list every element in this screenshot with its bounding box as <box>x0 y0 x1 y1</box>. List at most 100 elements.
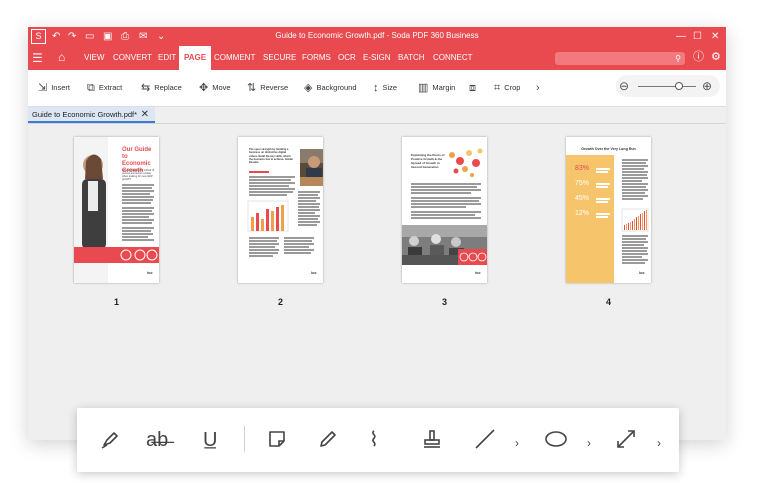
page-4-logo: /cc <box>639 270 645 275</box>
help-icon[interactable]: ⓘ <box>693 51 704 64</box>
document-tab[interactable]: Guide to Economic Growth.pdf* ✕ <box>28 107 155 123</box>
toolbar-more-button[interactable]: › <box>536 80 544 96</box>
page-number-2: 2 <box>277 297 283 307</box>
page-settings-button[interactable]: ⧈ <box>469 80 480 96</box>
page-number-1: 1 <box>113 297 119 307</box>
page-thumbnail-4[interactable]: Growth Over the Very Long Run 83% 75% 45… <box>566 137 651 283</box>
move-button[interactable]: ✥ Move <box>199 80 231 96</box>
replace-label: Replace <box>154 83 182 92</box>
page-3-heading: Explaining the Roots of Positive Growth … <box>411 153 445 169</box>
resize-arrow-icon[interactable] <box>615 428 637 450</box>
ellipse-icon[interactable] <box>544 428 568 450</box>
page-thumbnail-3[interactable]: Explaining the Roots of Positive Growth … <box>402 137 487 283</box>
extract-icon: ⧉ <box>87 82 95 94</box>
stamp-icon[interactable] <box>421 428 443 450</box>
move-icon: ✥ <box>199 82 209 94</box>
page-number-3: 3 <box>441 297 447 307</box>
gear-icon[interactable]: ⚙ <box>711 51 721 64</box>
insert-label: Insert <box>51 83 70 92</box>
size-button[interactable]: ↕ Size <box>373 80 397 96</box>
reverse-label: Reverse <box>260 83 289 92</box>
reverse-icon: ⇅ <box>247 82 257 94</box>
size-icon: ↕ <box>373 82 379 94</box>
zoom-slider-track[interactable] <box>638 86 696 87</box>
tab-esign[interactable]: E-SIGN <box>363 46 391 70</box>
page-4-stat-3: 45% <box>575 195 590 202</box>
page-4-stat-1: 83% <box>575 165 590 172</box>
page-4-stat-4: 12% <box>575 210 590 217</box>
margin-icon: ▥ <box>418 82 429 94</box>
page-4-heading: Growth Over the Very Long Run <box>581 147 636 151</box>
crop-button[interactable]: ⌗ Crop <box>494 80 520 96</box>
resize-more-chevron-icon[interactable]: › <box>657 432 661 454</box>
toolbar-divider <box>244 426 245 452</box>
zoom-out-icon[interactable]: ⊖ <box>619 78 629 94</box>
maximize-icon[interactable]: ☐ <box>693 29 702 44</box>
crop-label: Crop <box>504 83 521 92</box>
replace-button[interactable]: ⇆ Replace <box>141 80 182 96</box>
tab-secure[interactable]: SECURE <box>263 46 296 70</box>
reverse-button[interactable]: ⇅ Reverse <box>247 80 288 96</box>
page-thumbnail-2[interactable]: The open strength by building a business… <box>238 137 323 283</box>
extract-label: Extract <box>98 83 123 92</box>
page-toolbar: ⇲ Insert ⧉ Extract ⇆ Replace ✥ Move ⇅ Reverse… <box>28 70 726 107</box>
highlight-icon[interactable] <box>99 428 121 450</box>
page-2-logo: /cc <box>311 270 317 275</box>
crop-icon: ⌗ <box>494 82 501 94</box>
tab-edit[interactable]: EDIT <box>158 46 176 70</box>
tab-view[interactable]: VIEW <box>84 46 104 70</box>
window-title: Guide to Economic Growth.pdf - Soda PDF … <box>275 31 479 40</box>
insert-button[interactable]: ⇲ Insert <box>38 80 70 96</box>
annotation-toolbar: a̶b̶ U̲ ⌇ › › › <box>77 408 679 472</box>
insert-icon: ⇲ <box>38 82 48 94</box>
line-more-chevron-icon[interactable]: › <box>515 432 519 454</box>
close-tab-icon[interactable]: ✕ <box>141 107 149 122</box>
background-button[interactable]: ◈ Background <box>304 80 357 96</box>
zoom-slider-handle[interactable] <box>675 82 683 90</box>
line-icon[interactable] <box>474 428 496 450</box>
tab-forms[interactable]: FORMS <box>302 46 331 70</box>
document-tab-label: Guide to Economic Growth.pdf* <box>32 110 138 119</box>
page-3-logo: /cc <box>475 270 481 275</box>
replace-icon: ⇆ <box>141 82 151 94</box>
size-label: Size <box>382 83 398 92</box>
page-1-logo: /cc <box>147 270 153 275</box>
page-thumbnail-1[interactable]: Our Guide to Economic Growth Why should … <box>74 137 159 283</box>
search-icon[interactable]: ⚲ <box>675 52 681 65</box>
paint-bucket-icon: ◈ <box>304 82 313 94</box>
margin-label: Margin <box>432 83 456 92</box>
page-settings-icon: ⧈ <box>469 82 476 94</box>
sticky-note-icon[interactable] <box>266 428 288 450</box>
hamburger-menu-icon[interactable]: ☰ <box>32 51 43 65</box>
page-number-4: 4 <box>605 297 611 307</box>
title-bar: S ↶ ↷ ▭ ▣ ⎙ ✉ ⌄ Guide to Economic Growth… <box>28 27 726 46</box>
tab-page[interactable]: PAGE <box>179 46 212 70</box>
chevron-right-icon: › <box>536 82 540 94</box>
menu-bar: ☰ ⌂ VIEW CONVERT EDIT PAGE COMMENT SECUR… <box>28 46 726 70</box>
tab-comment[interactable]: COMMENT <box>214 46 255 70</box>
background-label: Background <box>316 83 357 92</box>
close-window-icon[interactable]: ✕ <box>711 29 719 44</box>
strikethrough-icon[interactable]: a̶b̶ <box>146 429 168 451</box>
tab-batch[interactable]: BATCH <box>398 46 425 70</box>
extract-button[interactable]: ⧉ Extract <box>87 80 122 96</box>
pencil-icon[interactable] <box>317 428 339 450</box>
page-4-stat-2: 75% <box>575 180 590 187</box>
home-icon[interactable]: ⌂ <box>58 50 65 64</box>
app-window: S ↶ ↷ ▭ ▣ ⎙ ✉ ⌄ Guide to Economic Growth… <box>28 27 726 440</box>
margin-button[interactable]: ▥ Margin <box>418 80 455 96</box>
document-tabs: Guide to Economic Growth.pdf* ✕ <box>28 107 726 124</box>
underline-icon[interactable]: U̲ <box>203 429 217 451</box>
page-1-subheading: Why should we be critical of current eco… <box>122 169 155 181</box>
tab-ocr[interactable]: OCR <box>338 46 356 70</box>
minimize-icon[interactable]: — <box>676 29 686 44</box>
attachment-icon[interactable]: ⌇ <box>369 429 379 451</box>
move-label: Move <box>212 83 231 92</box>
zoom-in-icon[interactable]: ⊕ <box>702 78 712 94</box>
search-input[interactable]: ⚲ <box>555 52 685 65</box>
shape-more-chevron-icon[interactable]: › <box>587 432 591 454</box>
tab-connect[interactable]: CONNECT <box>433 46 473 70</box>
page-2-heading: The open strength by building a business… <box>249 148 294 165</box>
tab-convert[interactable]: CONVERT <box>113 46 152 70</box>
zoom-control: ⊖ ⊕ <box>616 75 720 97</box>
